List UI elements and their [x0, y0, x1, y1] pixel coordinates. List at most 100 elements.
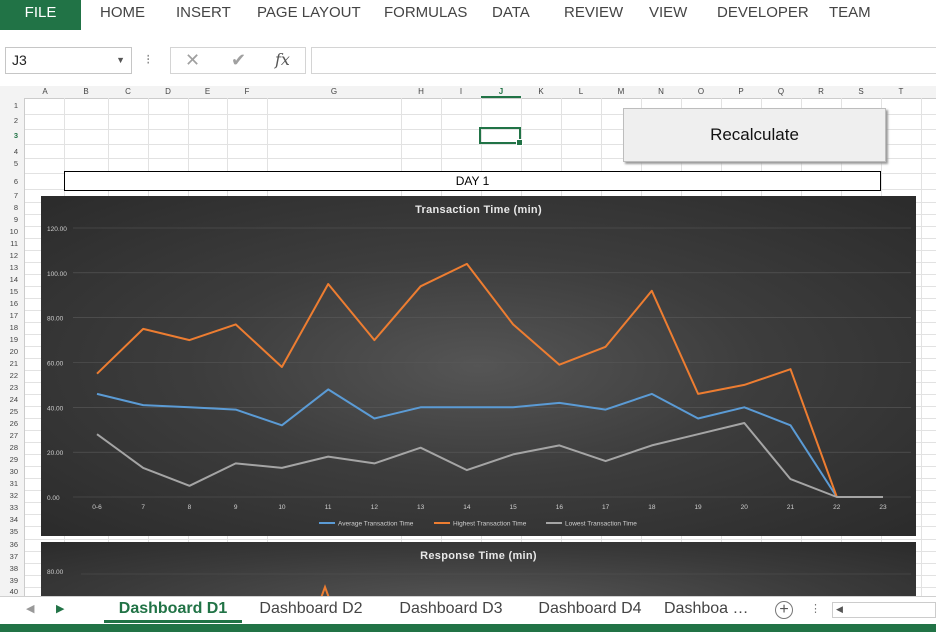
row-header-33[interactable]: 33: [10, 503, 18, 512]
column-header-a[interactable]: A: [26, 86, 64, 98]
row-header-36[interactable]: 36: [10, 540, 18, 549]
tab-scroll-right-icon[interactable]: ▶: [56, 602, 64, 615]
column-header-g[interactable]: G: [267, 86, 401, 98]
row-header-25[interactable]: 25: [10, 407, 18, 416]
more-options-icon[interactable]: ⋮: [810, 602, 821, 615]
row-header-28[interactable]: 28: [10, 443, 18, 452]
column-header-p[interactable]: P: [721, 86, 761, 98]
row-header-24[interactable]: 24: [10, 395, 18, 404]
tab-formulas[interactable]: FORMULAS: [384, 0, 467, 26]
column-header-j[interactable]: J: [481, 86, 521, 98]
tab-view[interactable]: VIEW: [649, 0, 687, 26]
insert-function-icon[interactable]: fx: [275, 50, 290, 69]
column-header-d[interactable]: D: [148, 86, 188, 98]
row-header-3[interactable]: 3: [14, 131, 18, 140]
tab-developer[interactable]: DEVELOPER: [717, 0, 809, 26]
column-header-k[interactable]: K: [521, 86, 561, 98]
tab-scroll-left-icon[interactable]: ◀: [26, 602, 34, 615]
tab-home[interactable]: HOME: [100, 0, 145, 26]
chevron-down-icon[interactable]: ▼: [116, 48, 125, 73]
tab-page-layout[interactable]: PAGE LAYOUT: [257, 0, 361, 26]
row-header-39[interactable]: 39: [10, 576, 18, 585]
tab-file[interactable]: FILE: [0, 0, 81, 30]
row-header-18[interactable]: 18: [10, 323, 18, 332]
column-header-q[interactable]: Q: [761, 86, 801, 98]
column-header-b[interactable]: B: [64, 86, 108, 98]
row-header-38[interactable]: 38: [10, 564, 18, 573]
row-header-22[interactable]: 22: [10, 371, 18, 380]
recalculate-button[interactable]: Recalculate: [623, 108, 886, 162]
response-time-chart[interactable]: Response Time (min) 80.00: [41, 542, 916, 602]
row-header-40[interactable]: 40: [10, 587, 18, 596]
row-header-29[interactable]: 29: [10, 455, 18, 464]
transaction-time-chart[interactable]: Transaction Time (min) 0.00 20.00 40.00 60.…: [41, 196, 916, 536]
row-header-8[interactable]: 8: [14, 203, 18, 212]
tab-review[interactable]: REVIEW: [564, 0, 623, 26]
row-header-6[interactable]: 6: [14, 177, 18, 186]
column-header-s[interactable]: S: [841, 86, 881, 98]
row-header-16[interactable]: 16: [10, 299, 18, 308]
column-header-n[interactable]: N: [641, 86, 681, 98]
row-header-34[interactable]: 34: [10, 515, 18, 524]
row-header-2[interactable]: 2: [14, 116, 18, 125]
row-header-11[interactable]: 11: [10, 239, 18, 248]
y-tick-label: 100.00: [47, 271, 67, 278]
row-header-21[interactable]: 21: [10, 359, 18, 368]
sheet-tab-dashboard-d2[interactable]: Dashboard D2: [246, 597, 376, 623]
row-header-35[interactable]: 35: [10, 527, 18, 536]
formula-input[interactable]: [311, 47, 936, 74]
row-header-20[interactable]: 20: [10, 347, 18, 356]
tab-insert[interactable]: INSERT: [176, 0, 231, 26]
row-header-31[interactable]: 31: [10, 479, 18, 488]
column-header-l[interactable]: L: [561, 86, 601, 98]
row-header-27[interactable]: 27: [10, 431, 18, 440]
column-header-t[interactable]: T: [881, 86, 921, 98]
sheet-tab-dashboard-d1[interactable]: Dashboard D1: [104, 597, 242, 623]
x-tick-label: 20: [741, 504, 749, 511]
more-options-icon[interactable]: ⁝: [146, 51, 150, 68]
tab-data[interactable]: DATA: [492, 0, 530, 26]
row-header-7[interactable]: 7: [14, 191, 18, 200]
row-header-5[interactable]: 5: [14, 159, 18, 168]
row-header-14[interactable]: 14: [10, 275, 18, 284]
column-header-c[interactable]: C: [108, 86, 148, 98]
row-header-4[interactable]: 4: [14, 147, 18, 156]
row-header-17[interactable]: 17: [10, 311, 18, 320]
column-header-o[interactable]: O: [681, 86, 721, 98]
y-tick-label: 20.00: [47, 450, 64, 457]
y-tick-label: 60.00: [47, 361, 64, 368]
enter-icon[interactable]: ✔: [231, 50, 246, 71]
x-tick-label: 8: [188, 504, 192, 511]
row-header-9[interactable]: 9: [14, 215, 18, 224]
transaction-time-plot: 0.00 20.00 40.00 60.00 80.00 100.00 120.00 0-6 7…: [47, 226, 911, 528]
column-header-r[interactable]: R: [801, 86, 841, 98]
row-header-12[interactable]: 12: [10, 251, 18, 260]
column-header-i[interactable]: I: [441, 86, 481, 98]
column-header-m[interactable]: M: [601, 86, 641, 98]
x-tick-label: 23: [879, 504, 887, 511]
active-cell[interactable]: [479, 127, 523, 146]
sheet-tab-dashboard-d3[interactable]: Dashboard D3: [386, 597, 516, 623]
sheet-tab-dashboard-d5[interactable]: Dashboa …: [664, 597, 769, 623]
column-header-h[interactable]: H: [401, 86, 441, 98]
row-header-13[interactable]: 13: [10, 263, 18, 272]
sheet-tab-dashboard-d4[interactable]: Dashboard D4: [525, 597, 655, 623]
row-header-23[interactable]: 23: [10, 383, 18, 392]
row-header-19[interactable]: 19: [10, 335, 18, 344]
scroll-left-icon[interactable]: ◀: [836, 604, 843, 615]
row-header-30[interactable]: 30: [10, 467, 18, 476]
row-header-1[interactable]: 1: [14, 101, 18, 110]
column-header-f[interactable]: F: [227, 86, 267, 98]
cancel-icon[interactable]: ✕: [185, 50, 200, 71]
row-header-15[interactable]: 15: [10, 287, 18, 296]
tab-team[interactable]: TEAM: [829, 0, 871, 26]
row-header-10[interactable]: 10: [10, 227, 18, 236]
column-header-e[interactable]: E: [188, 86, 227, 98]
name-box[interactable]: J3 ▼: [5, 47, 132, 74]
row-header-26[interactable]: 26: [10, 419, 18, 428]
add-sheet-icon[interactable]: +: [775, 601, 793, 619]
row-header-37[interactable]: 37: [10, 552, 18, 561]
horizontal-scrollbar[interactable]: ◀: [832, 602, 936, 618]
x-tick-label: 22: [833, 504, 841, 511]
row-header-32[interactable]: 32: [10, 491, 18, 500]
